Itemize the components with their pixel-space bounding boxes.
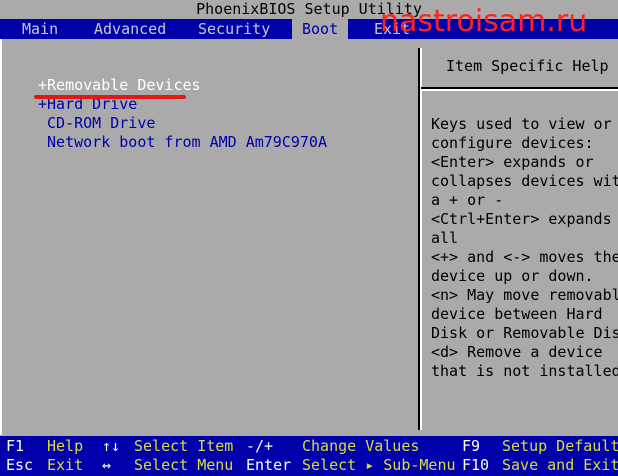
- key-minus-plus-desc: Change Values: [302, 437, 420, 455]
- tab-advanced[interactable]: Advanced: [84, 19, 176, 39]
- boot-item-cd-rom-drive[interactable]: CD-ROM Drive: [38, 114, 327, 133]
- key-enter-desc: Select ▸ Sub-Menu: [302, 456, 456, 474]
- key-esc-desc: Exit: [47, 456, 84, 474]
- key-up-down-arrows: ↑↓: [102, 437, 121, 455]
- key-f9: F9: [462, 437, 481, 455]
- key-esc: Esc: [6, 456, 34, 474]
- annotation-underline: [34, 95, 186, 99]
- tab-boot[interactable]: Boot: [292, 19, 349, 39]
- key-enter: Enter: [246, 456, 292, 474]
- key-minus-plus: -/+: [246, 437, 274, 455]
- watermark-text: nastroisam.ru: [380, 4, 588, 39]
- key-f1: F1: [6, 437, 25, 455]
- help-line: Keys used to view or: [431, 115, 612, 133]
- panel-divider: [418, 48, 420, 430]
- help-line: <Ctrl+Enter> expands: [431, 210, 612, 228]
- help-line: <d> Remove a device: [431, 343, 603, 361]
- key-f10: F10: [462, 456, 490, 474]
- help-panel-text: Keys used to view or configure devices: …: [431, 115, 618, 381]
- help-line: device between Hard: [431, 305, 603, 323]
- key-f10-desc: Save and Exit: [502, 456, 618, 474]
- help-line: all: [431, 229, 459, 247]
- help-separator: [421, 87, 618, 89]
- help-line: <n> May move removable: [431, 286, 618, 304]
- tab-main[interactable]: Main: [12, 19, 68, 39]
- help-line: a + or -: [431, 191, 504, 209]
- help-line: <+> and <-> moves the: [431, 248, 618, 266]
- help-line: configure devices:: [431, 134, 594, 152]
- boot-item-removable-devices[interactable]: +Removable Devices: [38, 76, 327, 95]
- boot-item-network-boot[interactable]: Network boot from AMD Am79C970A: [38, 133, 327, 152]
- help-line: that is not installed.: [431, 362, 618, 380]
- help-line: Disk or Removable Disk: [431, 324, 618, 342]
- key-left-right-arrows: ↔: [102, 456, 112, 474]
- key-up-down-desc: Select Item: [134, 437, 234, 455]
- key-legend-footer: F1 Help ↑↓ Select Item -/+ Change Values…: [0, 436, 618, 476]
- help-panel-title: Item Specific Help: [446, 57, 609, 75]
- help-line: device up or down.: [431, 267, 594, 285]
- key-left-right-desc: Select Menu: [134, 456, 234, 474]
- boot-order-list: +Removable Devices +Hard Drive CD-ROM Dr…: [38, 76, 327, 152]
- help-line: collapses devices with: [431, 172, 618, 190]
- help-line: <Enter> expands or: [431, 153, 594, 171]
- tab-security[interactable]: Security: [188, 19, 280, 39]
- key-f1-desc: Help: [47, 437, 84, 455]
- key-f9-desc: Setup Defaults: [502, 437, 618, 455]
